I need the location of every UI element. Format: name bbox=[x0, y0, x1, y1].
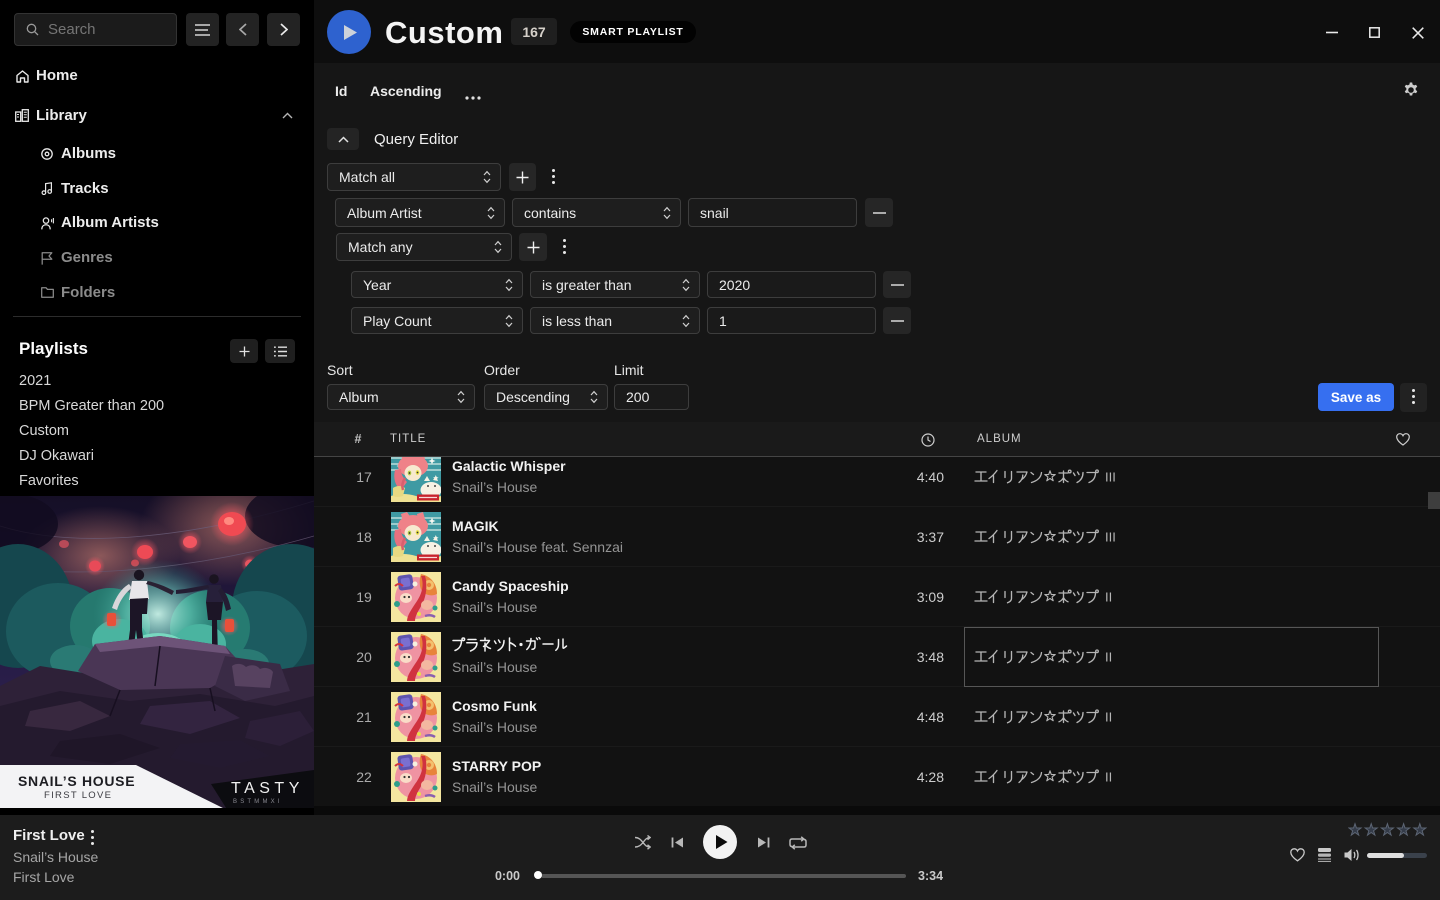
svg-text:FIRST LOVE: FIRST LOVE bbox=[44, 790, 112, 801]
svg-text:BSTMMXI: BSTMMXI bbox=[233, 799, 283, 805]
svg-text:TASTY: TASTY bbox=[231, 780, 304, 797]
svg-text:SNAIL’S HOUSE: SNAIL’S HOUSE bbox=[18, 773, 135, 789]
